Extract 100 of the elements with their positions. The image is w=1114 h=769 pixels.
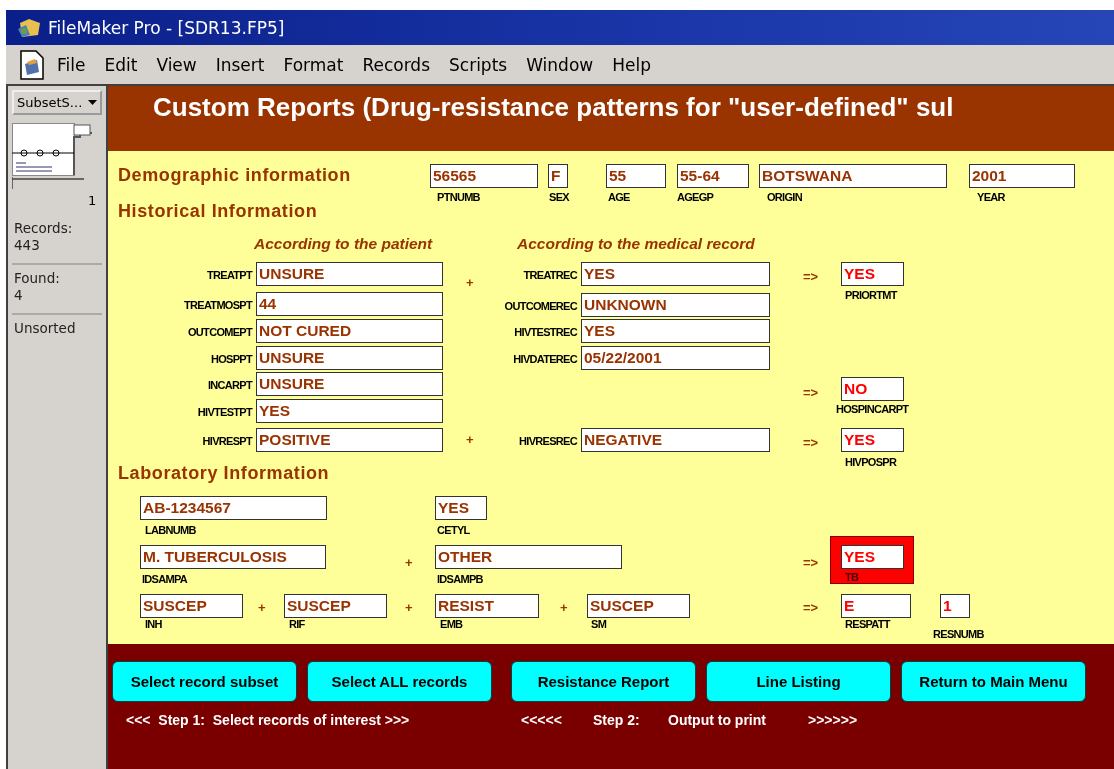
data-field[interactable]: 2001 [969,164,1075,188]
data-field[interactable]: AB-1234567 [140,496,327,520]
menu-item[interactable]: Insert [215,54,265,75]
layout-menu[interactable]: SubsetS... [12,90,102,115]
data-field[interactable]: BOTSWANA [759,164,947,188]
field-label: TREATREC [523,269,577,281]
window-title: FileMaker Pro - [SDR13.FP5] [48,17,285,38]
field-label: LABNUMB [145,524,196,536]
data-field[interactable]: OTHER [435,545,622,569]
field-label: HIVPOSPR [845,456,897,468]
operator-symbol: + [466,432,474,447]
menu-item[interactable]: Records [362,54,430,75]
section-heading: Demographic information [118,165,351,186]
operator-symbol: + [560,600,568,615]
step-note: >>>>>> [808,712,858,728]
field-label: SEX [549,191,569,203]
section-heading: Historical Information [118,201,318,222]
field-label: RIF [289,618,305,630]
data-field[interactable]: 56565 [430,164,538,188]
menu-item[interactable]: Scripts [449,54,508,75]
script-button[interactable]: Select record subset [112,661,297,702]
data-field[interactable]: YES [581,319,770,343]
data-field[interactable]: SUSCEP [587,594,690,618]
operator-symbol: => [803,600,819,615]
step-note: <<<<< [521,712,563,728]
step-note: <<< Step 1: Select records of interest >>> [126,712,411,728]
found-count: 4 [14,287,24,304]
field-label: CETYL [437,524,470,536]
operator-symbol: => [803,385,819,400]
data-field[interactable]: POSITIVE [256,428,443,452]
script-button[interactable]: Select ALL records [307,661,492,702]
step-note: Step 2: [593,712,641,728]
sort-status: Unsorted [14,320,77,337]
data-field[interactable]: 55 [606,164,666,188]
field-label: SM [591,618,607,630]
data-field[interactable]: YES [841,262,904,286]
field-label: TB [845,571,859,583]
menu-item[interactable]: Format [283,54,344,75]
menu-item[interactable]: View [156,54,197,75]
field-label: HOSPINCARPT [836,403,909,415]
script-button[interactable]: Return to Main Menu [901,661,1086,702]
data-field[interactable]: RESIST [435,594,539,618]
data-field[interactable]: UNSURE [256,262,443,286]
data-field[interactable]: YES [581,262,770,286]
data-field[interactable]: NO [841,377,904,401]
script-button[interactable]: Line Listing [706,661,891,702]
operator-symbol: + [258,600,266,615]
book-control[interactable]: 1 [12,123,100,217]
data-field[interactable]: UNSURE [256,372,443,396]
data-field[interactable]: YES [435,496,487,520]
data-field[interactable]: YES [256,399,443,423]
field-label: TREATMOSPT [184,299,252,311]
data-field[interactable]: M. TUBERCULOSIS [140,545,326,569]
data-field[interactable]: 55-64 [677,164,749,188]
field-label: YEAR [977,191,1005,203]
field-label: INCARPT [208,379,252,391]
document-icon[interactable] [19,49,45,80]
data-field[interactable]: NEGATIVE [581,428,770,452]
data-field[interactable]: 05/22/2001 [581,346,770,370]
operator-symbol: + [466,275,474,290]
field-label: HIVDATEREC [513,353,577,365]
data-field[interactable]: SUSCEP [284,594,387,618]
app-icon [16,16,42,39]
field-label: OUTCOMEREC [504,300,577,312]
field-label: HIVTESTREC [514,326,577,338]
field-label: RESPATT [845,618,890,630]
data-field[interactable]: UNSURE [256,346,443,370]
menu-item[interactable]: Window [526,54,594,75]
column-heading: According to the medical record [517,235,755,253]
column-heading: According to the patient [254,235,433,253]
field-label: IDSAMPA [142,573,187,585]
operator-symbol: + [405,555,413,570]
menu-item[interactable]: Edit [104,54,138,75]
data-field[interactable]: NOT CURED [256,319,443,343]
data-field[interactable]: UNKNOWN [581,293,770,317]
field-label: HIVRESPT [202,435,252,447]
field-label: RESNUMB [933,628,984,640]
data-field[interactable]: 1 [940,594,970,618]
field-label: AGE [608,191,630,203]
step-note: Output to print [668,712,767,728]
field-label: PRIORTMT [845,289,897,301]
field-label: PTNUMB [437,191,480,203]
operator-symbol: + [405,600,413,615]
menu-item[interactable]: Help [612,54,651,75]
data-field[interactable]: F [548,164,568,188]
data-field[interactable]: SUSCEP [140,594,243,618]
record-number: 1 [88,193,97,208]
operator-symbol: => [803,269,819,284]
data-field[interactable]: 44 [256,292,443,316]
data-field[interactable]: YES [841,428,904,452]
menu-item[interactable]: File [57,54,86,75]
field-label: HIVRESREC [519,435,577,447]
field-label: TREATPT [207,269,252,281]
section-heading: Laboratory Information [118,463,330,484]
script-button[interactable]: Resistance Report [511,661,696,702]
field-label: HIVTESTPT [197,406,252,418]
data-field[interactable]: YES [841,545,904,569]
field-label: OUTCOMEPT [188,326,252,338]
book-icon [12,123,92,189]
data-field[interactable]: E [841,594,911,618]
